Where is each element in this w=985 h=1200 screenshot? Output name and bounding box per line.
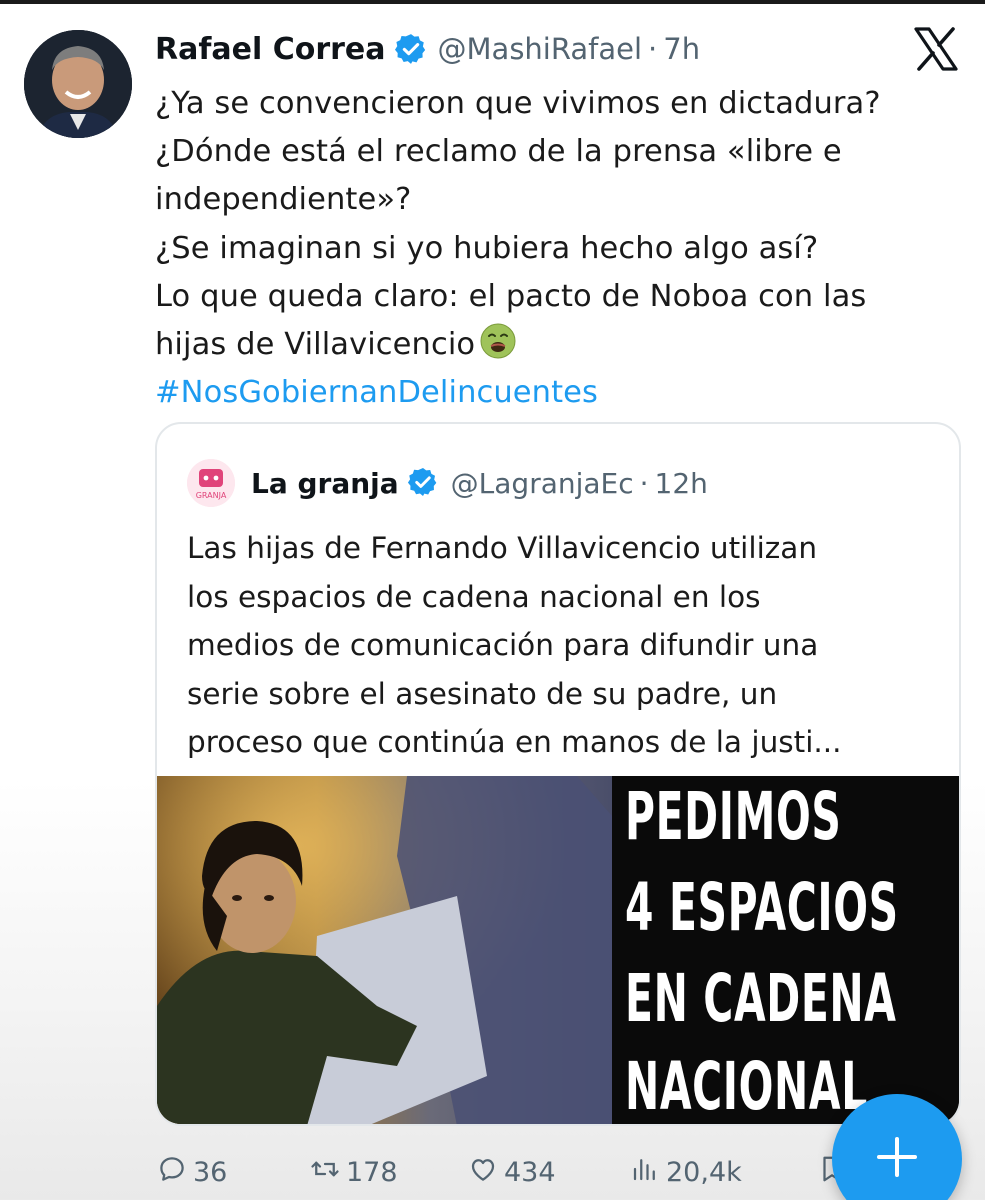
hashtag-link[interactable]: #NosGobiernanDelincuentes (155, 369, 965, 417)
quoted-tweet-line: los espacios de cadena nacional en los (187, 579, 761, 614)
media-photo (157, 776, 612, 1124)
media-overlay-line: 4 ESPACIOS (625, 869, 899, 946)
plus-icon (873, 1133, 921, 1185)
tweet-line: ¿Se imaginan si yo hubiera hecho algo as… (155, 230, 819, 266)
quoted-author-handle[interactable]: @LagranjaEc (451, 467, 634, 500)
tweet-line-with-emoji: hijas de Villavicencio (155, 321, 965, 369)
quoted-tweet-timestamp[interactable]: 12h (655, 467, 708, 500)
reply-button[interactable]: 36 (157, 1154, 227, 1191)
top-divider (0, 0, 985, 4)
author-avatar[interactable] (24, 30, 132, 138)
quoted-tweet-header: GRANJA La granja @LagranjaEc · 12h (187, 459, 708, 507)
like-count: 434 (504, 1156, 556, 1188)
quoted-tweet-media[interactable]: PEDIMOS 4 ESPACIOS EN CADENA NACIONAL (157, 776, 959, 1125)
author-handle[interactable]: @MashiRafael (438, 32, 643, 66)
quoted-tweet-line: Las hijas de Fernando Villavicencio util… (187, 531, 818, 565)
views-count: 20,4k (666, 1156, 742, 1188)
retweet-button[interactable]: 178 (310, 1154, 398, 1191)
quoted-tweet-line: medios de comunicación para difundir una (187, 628, 819, 662)
retweet-icon (310, 1154, 346, 1191)
quoted-avatar-text: GRANJA (196, 491, 227, 500)
tweet-line: ¿Ya se convencieron que vivimos en dicta… (155, 86, 881, 121)
quoted-tweet-card[interactable]: GRANJA La granja @LagranjaEc · 12h Las h… (155, 422, 961, 1126)
quoted-tweet-line: serie sobre el asesinato de su padre, un (187, 676, 778, 711)
media-overlay-line: PEDIMOS (625, 778, 842, 855)
header-separator: · (648, 32, 658, 66)
quoted-header-separator: · (639, 466, 649, 500)
tweet-timestamp[interactable]: 7h (663, 32, 700, 66)
quoted-tweet-body: Las hijas de Fernando Villavicencio util… (187, 524, 947, 767)
tweet-line: Lo que queda claro: el pacto de Noboa co… (155, 278, 867, 314)
verified-badge-icon (394, 32, 428, 66)
quoted-author-avatar[interactable]: GRANJA (187, 459, 235, 507)
views-button[interactable]: 20,4k (630, 1154, 742, 1191)
tweet-line: independiente»? (155, 182, 412, 218)
heart-icon (468, 1154, 504, 1191)
reply-count: 36 (193, 1156, 228, 1188)
media-overlay-line: NACIONAL (625, 1048, 868, 1125)
like-button[interactable]: 434 (468, 1154, 556, 1191)
quoted-author-name[interactable]: La granja (251, 467, 399, 500)
tweet-header: Rafael Correa @MashiRafael · 7h (155, 26, 905, 72)
reply-icon (157, 1154, 193, 1191)
views-chart-icon (630, 1154, 666, 1191)
x-logo-icon (912, 25, 960, 73)
author-name[interactable]: Rafael Correa (155, 32, 386, 67)
quoted-verified-badge-icon (407, 466, 441, 500)
tweet-action-bar: 36 178 434 20,4k (155, 1150, 855, 1194)
nauseated-face-emoji-icon (479, 322, 517, 360)
tweet-line: ¿Dónde está el reclamo de la prensa «lib… (155, 134, 842, 170)
quoted-tweet-line: proceso que continúa en manos de la just… (187, 725, 842, 759)
tweet-line: hijas de Villavicencio (155, 327, 476, 363)
tweet-body: ¿Ya se convencieron que vivimos en dicta… (155, 80, 965, 417)
media-overlay-line: EN CADENA (625, 960, 897, 1037)
retweet-count: 178 (346, 1156, 398, 1188)
